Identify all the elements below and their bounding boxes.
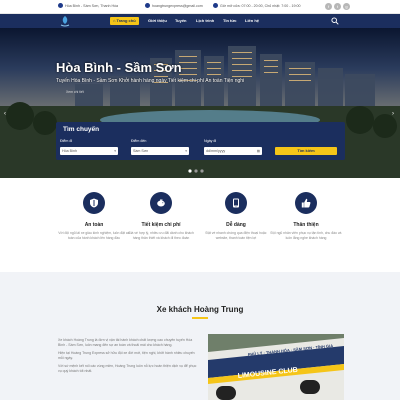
- address-text: Hòa Bình - Sầm Sơn, Thanh Hóa: [65, 3, 119, 8]
- nav-item-about[interactable]: Giới thiệu: [145, 17, 170, 25]
- feature-desc: Đặt vé nhanh chóng qua điện thoại hoặc w…: [205, 231, 267, 240]
- about-title: Xe khách Hoàng Trung: [156, 305, 244, 314]
- location-icon: [58, 3, 63, 8]
- title-underline: [192, 317, 208, 319]
- feature-easy: Dễ dàng Đặt vé nhanh chóng qua điện thoạ…: [200, 192, 272, 241]
- date-label: Ngày đi: [204, 139, 217, 143]
- chevron-down-icon: ▾: [114, 149, 116, 153]
- search-title: Tìm chuyến: [63, 126, 100, 133]
- nav-item-schedule[interactable]: Lịch trình: [193, 17, 217, 25]
- nav-item-home[interactable]: ⌂ Trang chủ: [110, 17, 139, 25]
- mail-icon: [145, 3, 150, 8]
- from-label: Điểm đi: [60, 139, 73, 143]
- logo-icon[interactable]: [58, 15, 72, 27]
- feature-title: An toàn: [84, 222, 104, 228]
- search-icon[interactable]: [331, 17, 339, 25]
- trip-search-panel: Tìm chuyến Điểm đi Hòa Bình ▾ Điểm đến Sầ…: [56, 122, 345, 160]
- facebook-icon[interactable]: f: [325, 3, 332, 10]
- feature-desc: Với đội ngũ lái xe giàu kinh nghiệm, luô…: [58, 231, 130, 240]
- thumbs-up-icon: [301, 198, 311, 208]
- calendar-icon: ▦: [256, 149, 260, 153]
- slider-prev-icon[interactable]: ‹: [4, 111, 6, 117]
- feature-icon-circle: [295, 192, 317, 214]
- top-bar: Hòa Bình - Sầm Sơn, Thanh Hóa hoangtrung…: [0, 0, 400, 14]
- search-button[interactable]: Tìm kiếm: [275, 147, 337, 155]
- feature-savings: Tiết kiệm chi phí Giá vé hợp lý, nhiều ư…: [125, 192, 197, 241]
- piggy-bank-icon: [157, 199, 165, 207]
- twitter-icon[interactable]: t: [334, 3, 341, 10]
- email-info[interactable]: hoangtrungexpress@gmail.com: [145, 3, 203, 8]
- about-paragraph: Hiện tại Hoàng Trung Express sở hữu đội …: [58, 351, 195, 360]
- from-select[interactable]: Hòa Bình ▾: [60, 147, 118, 155]
- email-text[interactable]: hoangtrungexpress@gmail.com: [152, 4, 203, 8]
- hero-title: Hòa Bình - Sầm Sơn: [56, 60, 182, 75]
- feature-icon-circle: [83, 192, 105, 214]
- shield-icon: [90, 198, 98, 208]
- hours-info: Giờ mở cửa: 07:00 - 20:00, Chủ nhật: 7:0…: [213, 3, 300, 8]
- main-nav: ⌂ Trang chủ Giới thiệu Tuyến Lịch trình …: [0, 14, 400, 28]
- hero-more-link[interactable]: Xem chi tiết: [66, 90, 84, 94]
- feature-friendly: Thân thiện Đội ngũ nhân viên phục vụ tận…: [270, 192, 342, 241]
- feature-desc: Giá vé hợp lý, nhiều ưu đãi dành cho khá…: [128, 231, 194, 240]
- google-plus-icon[interactable]: g: [343, 3, 350, 10]
- slider-next-icon[interactable]: ›: [392, 111, 394, 117]
- address-info: Hòa Bình - Sầm Sơn, Thanh Hóa: [58, 3, 118, 8]
- hero-subtitle: Tuyến Hòa Bình - Sầm Sơn Khởi hành hàng …: [56, 78, 245, 84]
- about-paragraph: Với sứ mệnh kết nối các vùng miền, Hoàng…: [58, 364, 197, 373]
- hours-text: Giờ mở cửa: 07:00 - 20:00, Chủ nhật: 7:0…: [220, 3, 301, 8]
- nav-item-news[interactable]: Tin tức: [220, 17, 240, 25]
- to-label: Điểm đến: [131, 139, 147, 143]
- clock-icon: [213, 3, 218, 8]
- nav-item-contact[interactable]: Liên hệ: [242, 17, 262, 25]
- about-text: Xe khách Hoàng Trung là đơn vị vận tải h…: [58, 338, 198, 377]
- to-select[interactable]: Sầm Sơn ▾: [131, 147, 189, 155]
- feature-icon-circle: [150, 192, 172, 214]
- feature-safe: An toàn Với đội ngũ lái xe giàu kinh ngh…: [58, 192, 130, 241]
- bus-photo: LIMOUSINE CLUB PHỦ LÝ · THANH HÓA · SẦM …: [208, 334, 344, 400]
- date-input[interactable]: dd/mm/yyyy ▦: [204, 147, 262, 155]
- feature-title: Thân thiện: [293, 222, 319, 228]
- chevron-down-icon: ▾: [185, 149, 187, 153]
- feature-desc: Đội ngũ nhân viên phục vụ tận tình, chu …: [270, 231, 342, 240]
- about-paragraph: Xe khách Hoàng Trung là đơn vị vận tải h…: [58, 338, 193, 347]
- feature-icon-circle: [225, 192, 247, 214]
- bus-image: LIMOUSINE CLUB PHỦ LÝ · THANH HÓA · SẦM …: [208, 334, 344, 400]
- feature-title: Dễ dàng: [226, 222, 246, 228]
- feature-title: Tiết kiệm chi phí: [141, 222, 181, 228]
- tablet-icon: [233, 198, 239, 208]
- nav-item-routes[interactable]: Tuyến: [172, 17, 189, 25]
